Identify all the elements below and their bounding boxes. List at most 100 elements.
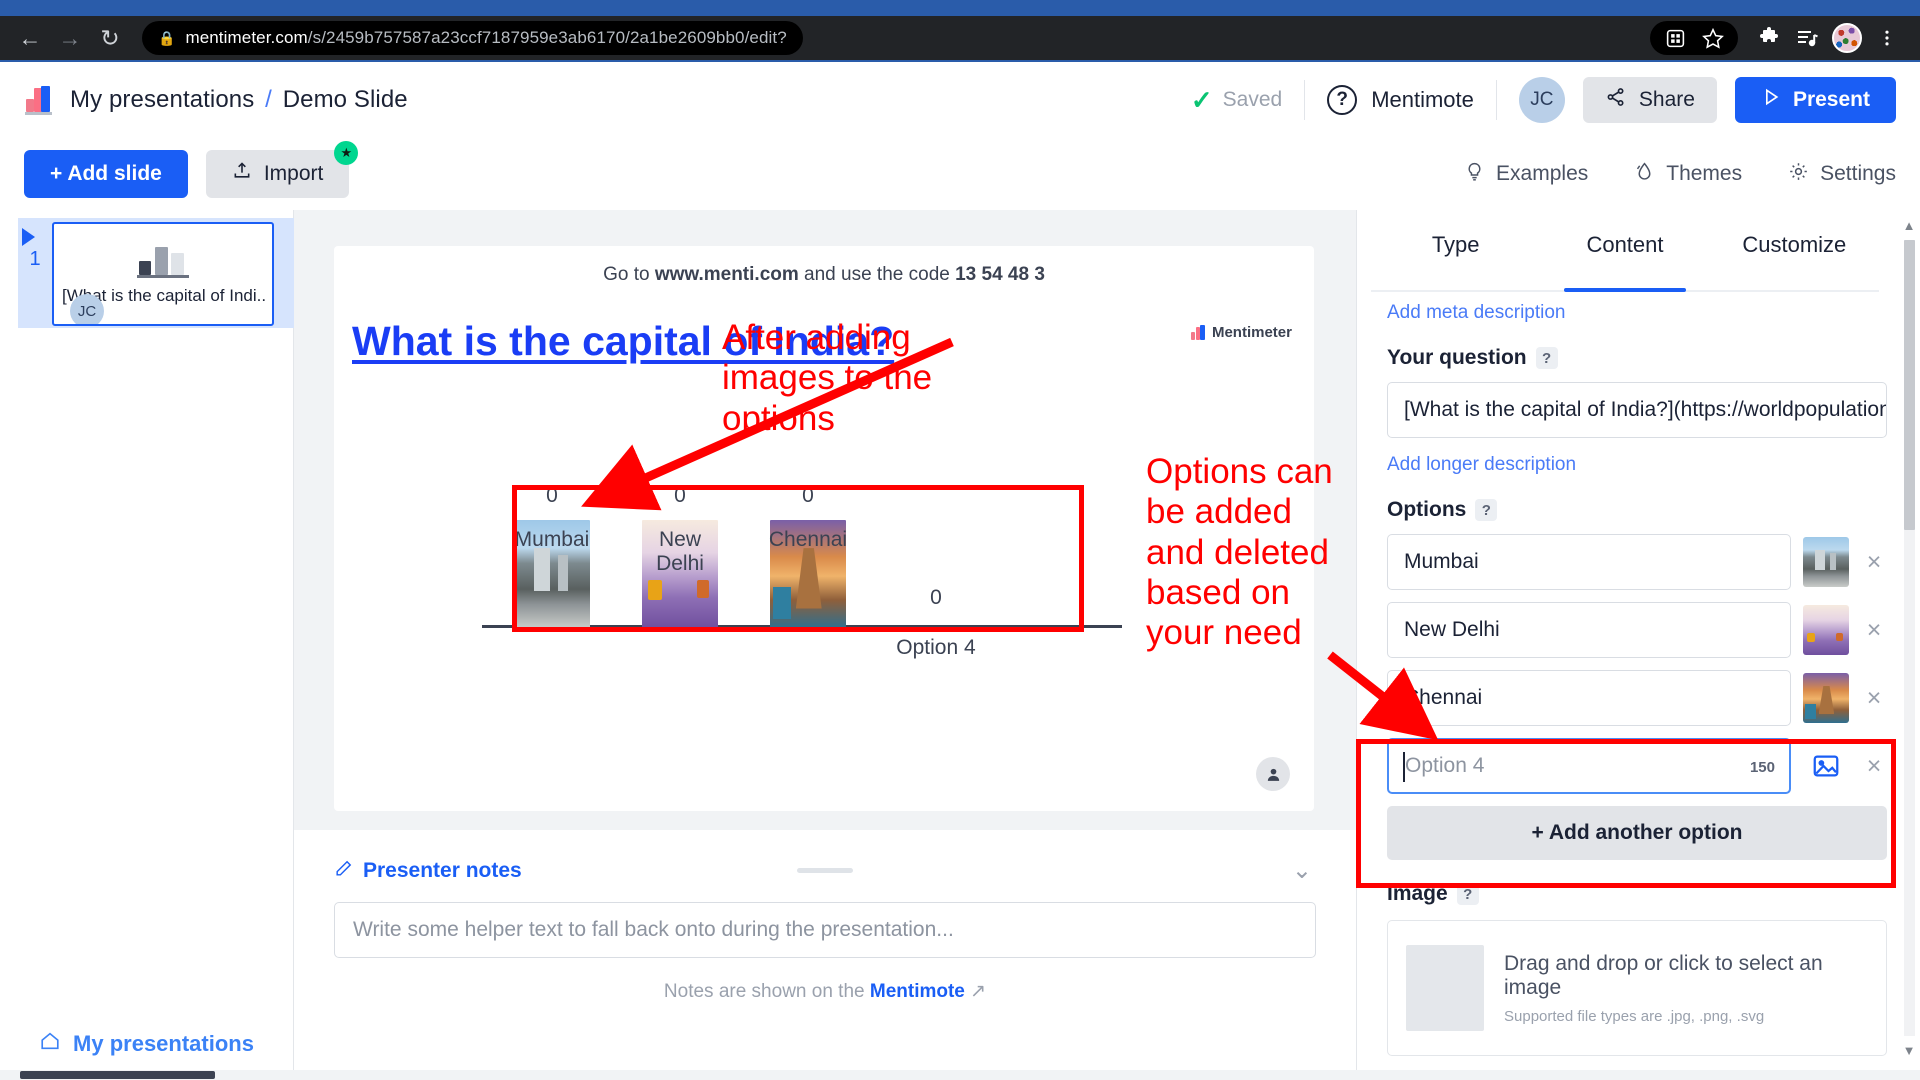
back-arrow-icon[interactable]: ← <box>10 18 50 58</box>
star-badge-icon: ★ <box>334 141 358 165</box>
option-thumbnail-mumbai[interactable] <box>1803 537 1849 587</box>
mentimeter-watermark-label: Mentimeter <box>1212 324 1292 341</box>
horizontal-scrollbar-thumb[interactable] <box>20 1071 215 1079</box>
panel-scrollbar[interactable]: ▲ ▼ <box>1902 218 1916 1058</box>
divider <box>1304 80 1305 120</box>
help-icon[interactable]: ? <box>1475 499 1497 521</box>
option-thumbnail-new-delhi[interactable] <box>1803 605 1849 655</box>
help-icon[interactable]: ? <box>1536 347 1558 369</box>
play-icon <box>1761 87 1781 113</box>
option-input-0[interactable]: Mumbai <box>1387 534 1791 590</box>
themes-button[interactable]: Themes <box>1634 161 1742 188</box>
option-thumbnail-chennai[interactable] <box>1803 673 1849 723</box>
presenter-notes-header: Presenter notes ⌄ <box>334 856 1316 886</box>
notes-footer-prefix: Notes are shown on the <box>664 981 870 1002</box>
home-icon <box>39 1030 61 1058</box>
option-row-0: Mumbai × <box>1387 534 1887 590</box>
avatar[interactable]: JC <box>1519 77 1565 123</box>
option-input-1[interactable]: New Delhi <box>1387 602 1791 658</box>
option-row-2: Chennai × <box>1387 670 1887 726</box>
question-label-text: Your question <box>1387 346 1527 370</box>
add-meta-description-link[interactable]: Add meta description <box>1387 302 1887 324</box>
share-button[interactable]: Share <box>1583 77 1717 123</box>
annotation-box-chart <box>512 485 1084 632</box>
examples-button[interactable]: Examples <box>1464 161 1588 188</box>
play-triangle-icon <box>22 228 35 246</box>
breadcrumb-separator: / <box>265 86 272 113</box>
browser-actions <box>1650 21 1910 55</box>
slide-thumbnail[interactable]: [What is the capital of Indi... JC <box>52 222 274 326</box>
present-label: Present <box>1793 88 1870 112</box>
star-icon[interactable] <box>1696 21 1730 55</box>
reading-list-icon[interactable] <box>1790 21 1824 55</box>
presenter-notes-section: Presenter notes ⌄ Write some helper text… <box>294 830 1356 1080</box>
settings-label: Settings <box>1820 162 1896 186</box>
menti-prefix: Go to <box>603 264 655 285</box>
header-actions: ✓ Saved ? Mentimote JC Share Present <box>1191 77 1896 123</box>
present-button[interactable]: Present <box>1735 77 1896 123</box>
horizontal-scrollbar[interactable] <box>0 1070 1920 1080</box>
option-input-2[interactable]: Chennai <box>1387 670 1791 726</box>
mentimeter-logo-icon[interactable] <box>24 85 54 115</box>
share-icon <box>1605 86 1627 114</box>
slide-list-item[interactable]: 1 [What is the capital of Indi... JC <box>18 218 294 328</box>
scroll-down-arrow-icon[interactable]: ▼ <box>1902 1043 1916 1058</box>
lightbulb-icon <box>1464 161 1485 188</box>
profile-avatar-icon[interactable] <box>1832 23 1862 53</box>
import-button[interactable]: Import ★ <box>206 150 350 198</box>
slide-list-panel: 1 [What is the capital of Indi... JC <box>0 210 294 1020</box>
menti-code: 13 54 48 3 <box>955 264 1045 285</box>
breadcrumb-root[interactable]: My presentations <box>70 86 254 113</box>
image-placeholder-icon <box>1406 945 1484 1031</box>
toolbar-right-actions: Examples Themes Settings <box>1464 161 1896 188</box>
reload-icon[interactable]: ↻ <box>90 18 130 58</box>
qr-code-icon[interactable] <box>1658 21 1692 55</box>
remove-option-button-2[interactable]: × <box>1861 684 1887 713</box>
remove-option-button-1[interactable]: × <box>1861 616 1887 645</box>
menti-domain: www.menti.com <box>655 264 799 285</box>
tab-type[interactable]: Type <box>1371 232 1540 290</box>
annotation-text-2: Options can be added and deleted based o… <box>1146 452 1396 653</box>
extensions-puzzle-icon[interactable] <box>1752 21 1786 55</box>
mentimeter-watermark: Mentimeter <box>1191 324 1292 341</box>
mentimeter-watermark-logo-icon <box>1191 325 1205 340</box>
kebab-menu-icon[interactable] <box>1870 21 1904 55</box>
url-path: /s/2459b757587a23ccf7187959e3ab6170/2a1b… <box>308 28 787 47</box>
dropzone-main-text: Drag and drop or click to select an imag… <box>1504 952 1868 1000</box>
chevron-down-icon[interactable]: ⌄ <box>1292 856 1312 885</box>
remove-option-button-0[interactable]: × <box>1861 548 1887 577</box>
help-icon: ? <box>1327 85 1357 115</box>
address-bar[interactable]: 🔒 mentimeter.com/s/2459b757587a23ccf7187… <box>142 21 803 55</box>
presenter-notes-title[interactable]: Presenter notes <box>334 859 522 884</box>
tab-customize[interactable]: Customize <box>1710 232 1879 290</box>
mentimote-button[interactable]: ? Mentimote <box>1327 85 1474 115</box>
question-input[interactable]: [What is the capital of India?](https://… <box>1387 382 1887 438</box>
browser-toolbar: ← → ↻ 🔒 mentimeter.com/s/2459b757587a23c… <box>0 16 1920 60</box>
scroll-up-arrow-icon[interactable]: ▲ <box>1902 218 1916 233</box>
panel-tabs: Type Content Customize <box>1371 232 1879 292</box>
add-longer-description-link[interactable]: Add longer description <box>1387 454 1887 476</box>
url-text: mentimeter.com/s/2459b757587a23ccf718795… <box>185 28 786 48</box>
annotation-box-option <box>1356 739 1896 888</box>
share-label: Share <box>1639 88 1695 112</box>
presenter-notes-input[interactable]: Write some helper text to fall back onto… <box>334 902 1316 958</box>
mentimote-link[interactable]: Mentimote <box>870 981 965 1002</box>
scrollbar-thumb[interactable] <box>1904 240 1915 530</box>
droplet-icon <box>1634 161 1655 188</box>
settings-button[interactable]: Settings <box>1788 161 1896 188</box>
option-row-1: New Delhi × <box>1387 602 1887 658</box>
check-icon: ✓ <box>1191 85 1213 116</box>
image-dropzone[interactable]: Drag and drop or click to select an imag… <box>1387 920 1887 1056</box>
annotation-text-1: After adding images to the options <box>722 318 982 439</box>
breadcrumb-current[interactable]: Demo Slide <box>283 86 408 113</box>
pencil-icon <box>334 859 353 884</box>
menti-join-instructions: Go to www.menti.com and use the code 13 … <box>334 264 1314 286</box>
my-presentations-label: My presentations <box>73 1031 254 1057</box>
tab-content[interactable]: Content <box>1540 232 1709 290</box>
url-domain: mentimeter.com <box>185 28 307 47</box>
add-slide-button[interactable]: + Add slide <box>24 150 188 198</box>
presenter-notes-footer: Notes are shown on the Mentimote ↗ <box>334 980 1316 1003</box>
drag-handle[interactable] <box>797 868 853 873</box>
presenter-notes-label: Presenter notes <box>363 859 522 883</box>
forward-arrow-icon[interactable]: → <box>50 18 90 58</box>
